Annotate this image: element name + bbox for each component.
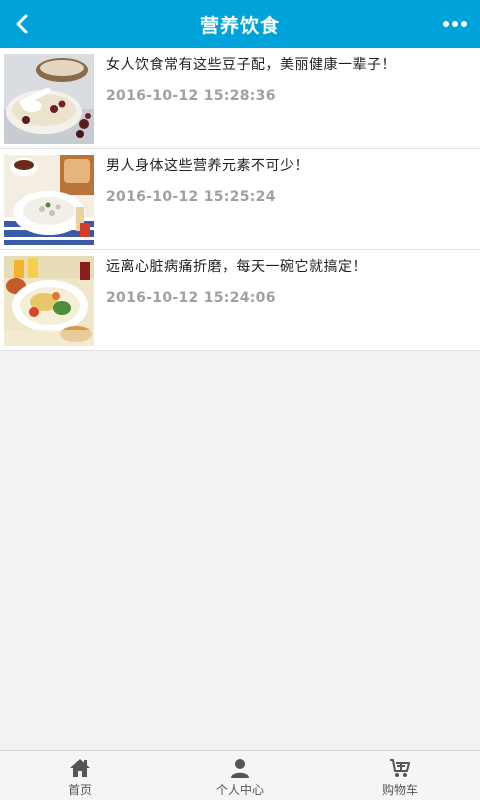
article-thumbnail-bean-soup bbox=[4, 54, 94, 144]
article-thumbnail-breakfast bbox=[4, 155, 94, 245]
article-info: 远离心脏病痛折磨，每天一碗它就搞定！ 2016-10-12 15:24:06 bbox=[94, 256, 367, 350]
page-title: 营养饮食 bbox=[199, 14, 280, 37]
article-list: 女人饮食常有这些豆子配，美丽健康一辈子！ 2016-10-12 15:28:36 bbox=[0, 48, 480, 351]
article-item[interactable]: 女人饮食常有这些豆子配，美丽健康一辈子！ 2016-10-12 15:28:36 bbox=[0, 48, 480, 149]
more-menu-button[interactable] bbox=[430, 0, 480, 48]
article-item[interactable]: 远离心脏病痛折磨，每天一碗它就搞定！ 2016-10-12 15:24:06 bbox=[0, 250, 480, 351]
app-screen: 营养饮食 女人饮食常有这些豆子配，美丽健康一辈子！ 2016-10-12 15:… bbox=[0, 0, 480, 800]
back-button[interactable] bbox=[0, 0, 44, 48]
article-timestamp: 2016-10-12 15:25:24 bbox=[106, 189, 276, 205]
bottom-nav: 首页 个人中心 购物车 bbox=[0, 750, 480, 800]
nav-profile-label: 个人中心 bbox=[215, 783, 264, 797]
article-title: 远离心脏病痛折磨，每天一碗它就搞定！ bbox=[106, 259, 367, 275]
nav-home-label: 首页 bbox=[67, 783, 92, 797]
cart-icon bbox=[390, 759, 410, 777]
article-title: 男人身体这些营养元素不可少！ bbox=[106, 158, 309, 174]
nav-home[interactable]: 首页 bbox=[0, 751, 160, 800]
more-dots-icon bbox=[443, 21, 467, 27]
article-title: 女人饮食常有这些豆子配，美丽健康一辈子！ bbox=[106, 57, 396, 73]
home-icon bbox=[70, 759, 90, 777]
article-timestamp: 2016-10-12 15:28:36 bbox=[106, 88, 276, 104]
top-bar: 营养饮食 bbox=[0, 0, 480, 48]
article-info: 女人饮食常有这些豆子配，美丽健康一辈子！ 2016-10-12 15:28:36 bbox=[94, 54, 396, 148]
article-info: 男人身体这些营养元素不可少！ 2016-10-12 15:25:24 bbox=[94, 155, 309, 249]
article-thumbnail-meal-plate bbox=[4, 256, 94, 346]
nav-cart[interactable]: 购物车 bbox=[320, 751, 480, 800]
article-item[interactable]: 男人身体这些营养元素不可少！ 2016-10-12 15:25:24 bbox=[0, 149, 480, 250]
nav-profile[interactable]: 个人中心 bbox=[160, 751, 320, 800]
nav-cart-label: 购物车 bbox=[381, 783, 418, 797]
user-icon bbox=[231, 759, 249, 778]
chevron-left-icon bbox=[16, 14, 28, 34]
article-timestamp: 2016-10-12 15:24:06 bbox=[106, 290, 276, 306]
